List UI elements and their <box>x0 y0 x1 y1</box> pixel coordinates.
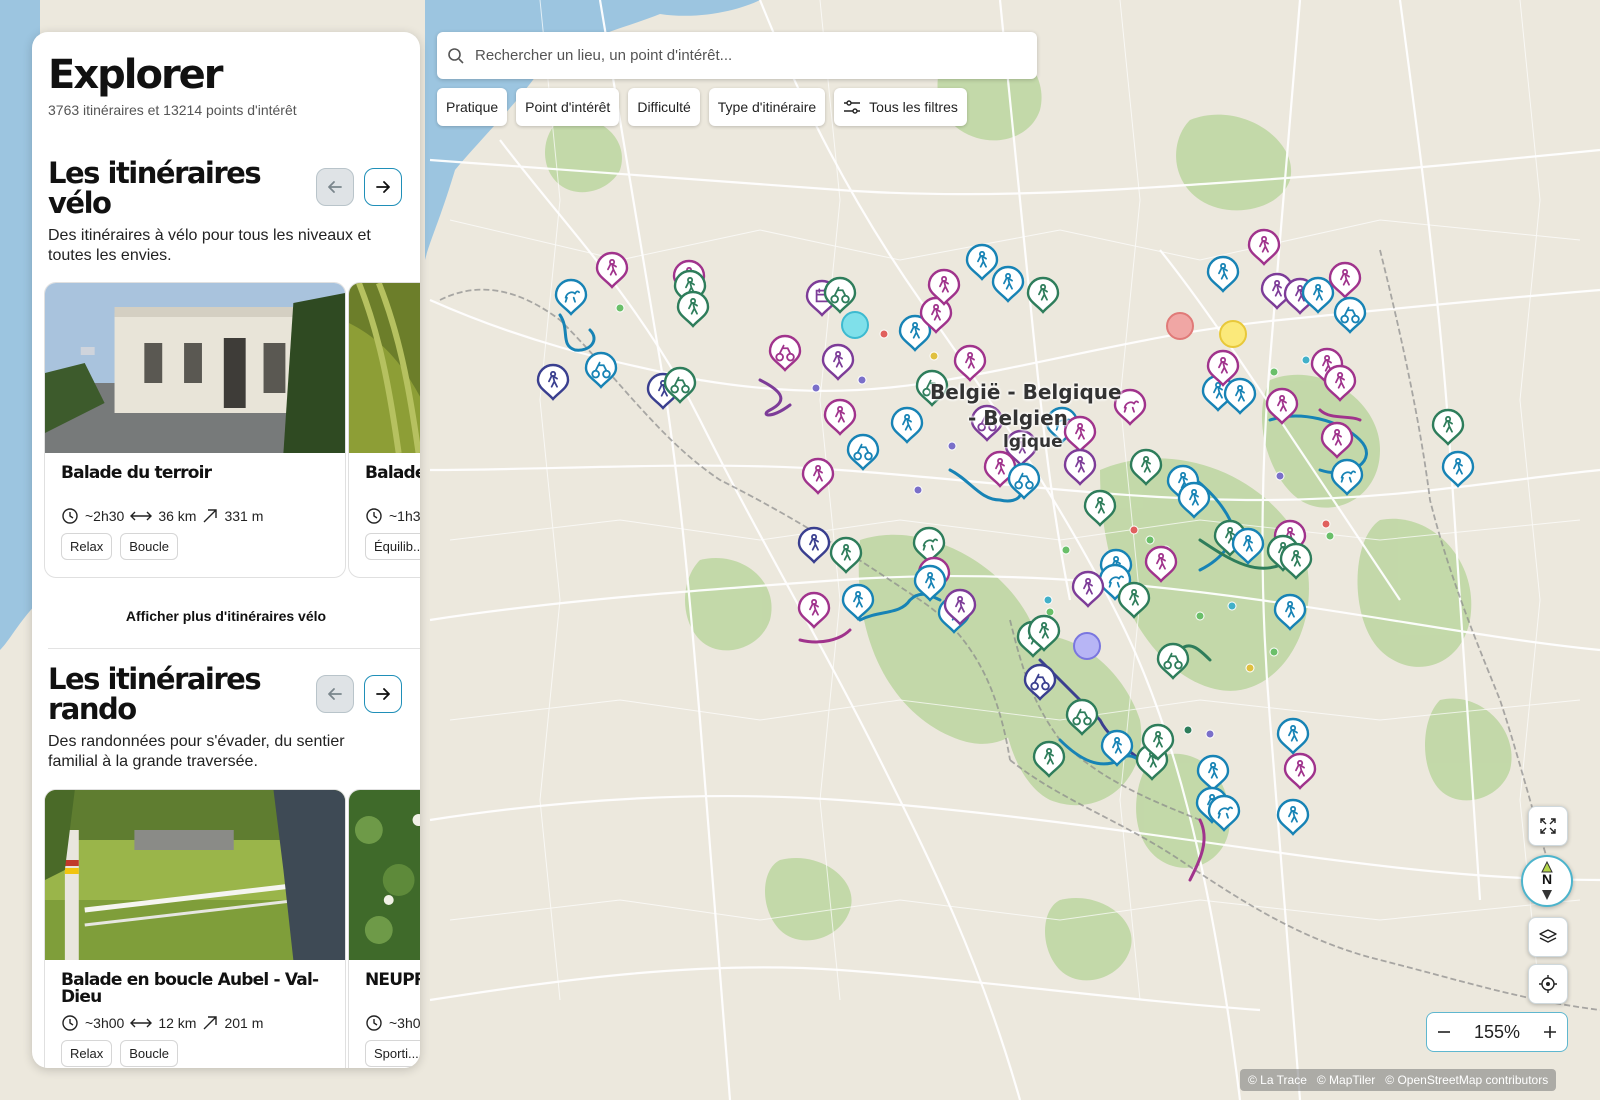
tag: Relax <box>61 533 113 560</box>
country-label-line-3: lgique <box>1003 432 1063 452</box>
map-attribution: © La Trace © MapTiler © OpenStreetMap co… <box>1240 1069 1557 1091</box>
compass-button[interactable]: N <box>1521 855 1573 907</box>
velo-prev-button[interactable] <box>316 168 354 206</box>
filter-pratique[interactable]: Pratique <box>437 88 508 126</box>
velo-next-button[interactable] <box>364 168 402 206</box>
route-card[interactable]: Balade en boucle Aubel - Val-Dieu ~3h00 … <box>44 789 346 1068</box>
arrow-right-icon <box>376 688 390 700</box>
arrow-right-icon <box>376 181 390 193</box>
tag: Boucle <box>120 533 178 560</box>
rando-next-button[interactable] <box>364 675 402 713</box>
route-distance: 12 km <box>158 1015 197 1031</box>
clock-icon <box>366 508 382 524</box>
filter-all-button[interactable]: Tous les filtres <box>834 88 967 126</box>
route-elevation: 201 m <box>224 1015 264 1031</box>
route-meta: ~2h30 36 km 331 m <box>61 507 263 525</box>
plus-icon[interactable] <box>1541 1023 1559 1041</box>
route-photo <box>349 790 420 960</box>
clock-icon <box>366 1015 382 1031</box>
filter-type-itineraire[interactable]: Type d'itinéraire <box>708 88 826 126</box>
search-bar[interactable] <box>437 32 1037 79</box>
route-title: Balade en boucle Aubel - Val-Dieu <box>61 970 319 1007</box>
locate-button[interactable] <box>1528 964 1568 1004</box>
filter-label: Pratique <box>446 99 499 115</box>
filter-label: Point d'intérêt <box>525 99 611 115</box>
search-input[interactable] <box>473 46 1017 65</box>
route-distance: 36 km <box>158 508 197 524</box>
tag: Équilib... <box>365 533 420 560</box>
route-tags: Sporti... <box>365 1040 420 1067</box>
search-icon <box>448 47 464 64</box>
cluster-marker <box>1073 632 1101 660</box>
attribution-latrace[interactable]: © La Trace <box>1248 1073 1307 1087</box>
filter-label: Tous les filtres <box>869 99 958 115</box>
section-title-rando: Les itinéraires rando <box>48 662 262 726</box>
route-meta: ~3h00 12 km 201 m <box>61 1014 263 1032</box>
route-card[interactable]: Balade du terroir ~2h30 36 km 331 m Rela… <box>44 282 346 578</box>
filter-bar: Pratique Point d'intérêt Difficulté Type… <box>437 88 967 126</box>
elevation-icon <box>203 509 218 523</box>
section-description-velo: Des itinéraires à vélo pour tous les niv… <box>48 227 371 264</box>
route-title: Balade du terroir <box>61 463 212 483</box>
route-duration: ~2h30 <box>85 508 125 524</box>
results-count: 3763 itinéraires et 13214 points d'intér… <box>48 102 297 118</box>
tag: Sporti... <box>365 1040 420 1067</box>
layers-icon <box>1539 929 1557 943</box>
route-title: NEUPR... patrim... <box>365 970 420 990</box>
compass-label: N <box>1541 871 1553 887</box>
fullscreen-button[interactable] <box>1528 806 1568 846</box>
route-elevation: 331 m <box>224 508 264 524</box>
route-meta: ~3h0... <box>365 1014 420 1032</box>
locate-icon <box>1539 975 1557 993</box>
fullscreen-icon <box>1540 818 1556 834</box>
explorer-panel: Explorer 3763 itinéraires et 13214 point… <box>32 32 420 1068</box>
route-photo <box>349 283 420 453</box>
route-tags: Relax Boucle <box>61 1040 178 1067</box>
tag: Relax <box>61 1040 113 1067</box>
page-title: Explorer <box>48 52 224 98</box>
zoom-level: 155% <box>1473 1021 1521 1042</box>
route-meta: ~1h3... <box>365 507 420 525</box>
elevation-icon <box>203 1016 218 1030</box>
route-photo <box>45 283 345 453</box>
route-duration: ~3h00 <box>85 1015 125 1031</box>
country-label: België - Belgique <box>930 380 1122 404</box>
filter-difficulte[interactable]: Difficulté <box>628 88 700 126</box>
rando-prev-button[interactable] <box>316 675 354 713</box>
filter-label: Type d'itinéraire <box>717 99 817 115</box>
route-card[interactable]: Balade ... quatre... ~1h3... Équilib... <box>348 282 420 578</box>
cluster-marker <box>1219 320 1247 348</box>
attribution-maptiler[interactable]: © MapTiler <box>1317 1073 1375 1087</box>
distance-icon <box>130 511 153 521</box>
zoom-control: 155% <box>1426 1012 1568 1052</box>
country-label-line-2: - Belgien <box>968 406 1068 430</box>
route-photo <box>45 790 345 960</box>
clock-icon <box>62 508 78 524</box>
route-duration: ~3h0... <box>389 1015 420 1031</box>
cluster-marker <box>1166 312 1194 340</box>
route-card[interactable]: NEUPR... patrim... ~3h0... Sporti... <box>348 789 420 1068</box>
layers-button[interactable] <box>1528 917 1568 957</box>
show-more-velo-link[interactable]: Afficher plus d'itinéraires vélo <box>32 608 420 624</box>
sliders-icon <box>844 100 861 114</box>
arrow-left-icon <box>328 688 342 700</box>
cluster-marker <box>841 311 869 339</box>
section-divider <box>48 648 420 649</box>
arrow-left-icon <box>328 181 342 193</box>
route-tags: Relax Boucle <box>61 533 178 560</box>
tag: Boucle <box>120 1040 178 1067</box>
clock-icon <box>62 1015 78 1031</box>
section-description-rando: Des randonnées pour s'évader, du sentier… <box>48 733 345 770</box>
filter-point-interet[interactable]: Point d'intérêt <box>516 88 620 126</box>
section-title-velo: Les itinéraires vélo <box>48 156 262 220</box>
filter-label: Difficulté <box>637 99 691 115</box>
route-title: Balade ... quatre... <box>365 463 420 483</box>
route-duration: ~1h3... <box>389 508 420 524</box>
route-tags: Équilib... <box>365 533 420 560</box>
minus-icon[interactable] <box>1435 1023 1453 1041</box>
distance-icon <box>130 1018 153 1028</box>
attribution-osm[interactable]: © OpenStreetMap contributors <box>1385 1073 1548 1087</box>
